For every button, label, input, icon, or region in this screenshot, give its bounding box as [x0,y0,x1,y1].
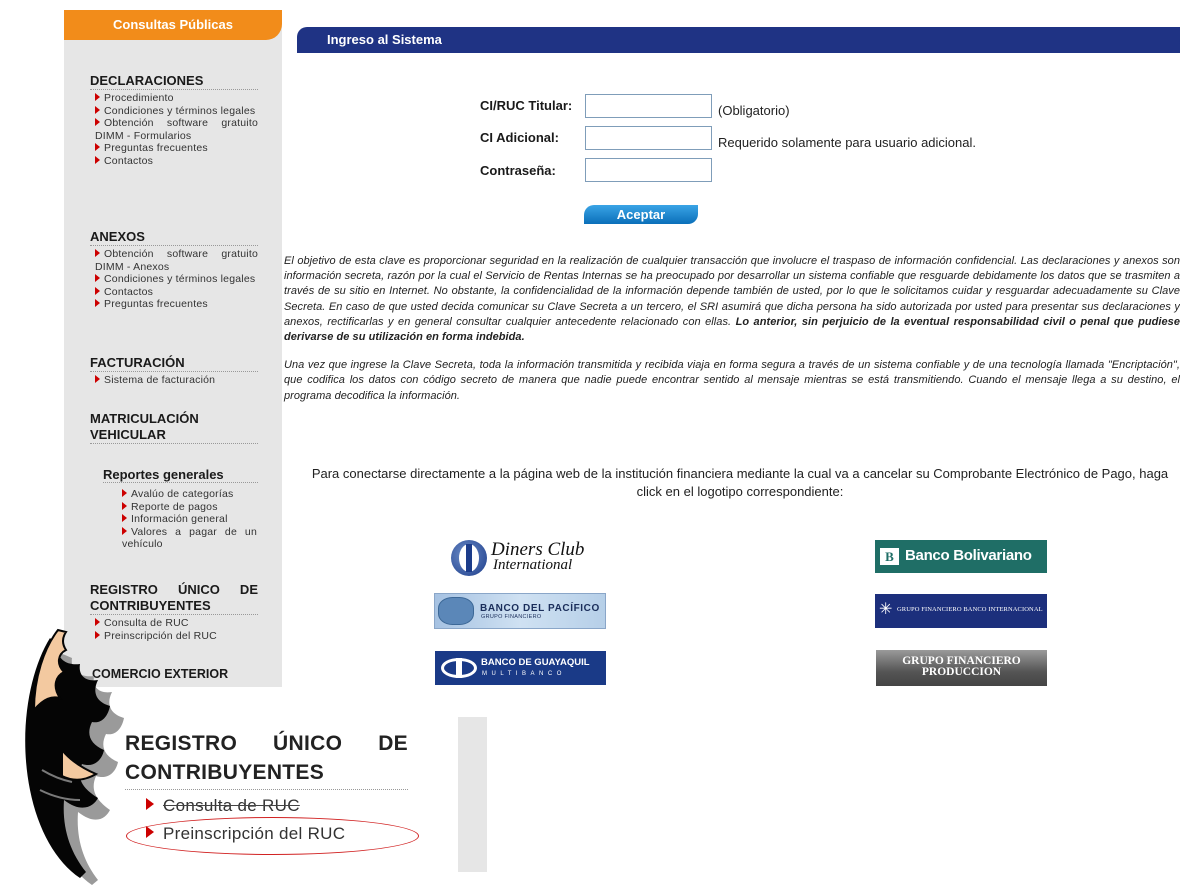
section-heading: FACTURACIÓN [90,355,258,372]
ci-adicional-input[interactable] [585,126,712,150]
bullet-arrow-icon [95,143,100,151]
banco-internacional-logo[interactable]: ✳ GRUPO FINANCIERO BANCO INTERNACIONAL [875,594,1047,628]
adicional-note: Requerido solamente para usuario adicion… [718,135,976,150]
sidebar-link[interactable]: Procedimiento [90,92,258,105]
sidebar-section-anexos: ANEXOS Obtención software gratuito DIMM … [90,229,258,311]
zoom-callout-edge [458,717,487,872]
diners-globe-icon [451,540,487,576]
sidebar-link[interactable]: Reporte de pagos [117,501,257,514]
bank-intro-text: Para conectarse directamente a la página… [311,466,1169,499]
bolivariano-mark-icon: B [880,548,899,565]
bullet-arrow-icon [95,299,100,307]
sidebar-section-matriculacion: MATRICULACIÓN VEHICULAR [90,411,258,444]
info-text: El objetivo de esta clave es proporciona… [284,254,1180,417]
pacifico-emblem-icon [438,597,474,625]
reportes-items: Avalúo de categorías Reporte de pagos In… [117,488,257,551]
sidebar-link[interactable]: Valores a pagar de un vehículo [117,526,257,551]
sidebar-link[interactable]: Contactos [90,155,258,168]
ruc-label: CI/RUC Titular: [480,98,573,113]
banco-bolivariano-logo[interactable]: B Banco Bolivariano [875,540,1047,573]
sidebar-link[interactable]: Contactos [90,286,258,299]
banco-pacifico-logo[interactable]: BANCO DEL PACÍFICO GRUPO FINANCIERO [434,593,606,629]
zoom-consulta-ruc[interactable]: Consulta de RUC [146,796,300,816]
password-label: Contraseña: [480,163,556,178]
quill-pen-icon [25,628,124,885]
sidebar-section-declaraciones: DECLARACIONES Procedimiento Condiciones … [90,73,258,167]
aceptar-button[interactable]: Aceptar [584,205,698,224]
bullet-arrow-icon [95,286,100,295]
sidebar-tab-title[interactable]: Consultas Públicas [64,10,282,40]
login-title: Ingreso al Sistema [327,32,442,47]
section-heading: MATRICULACIÓN VEHICULAR [90,411,258,444]
bullet-arrow-icon [146,798,154,810]
bullet-arrow-icon [95,375,100,383]
sidebar-link[interactable]: Información general [117,513,257,526]
section-heading: DECLARACIONES [90,73,258,90]
reportes-heading: Reportes generales [103,467,258,483]
sidebar-link[interactable]: Avalúo de categorías [117,488,257,501]
guayaquil-mark-icon [441,658,477,678]
info-paragraph-1: El objetivo de esta clave es proporciona… [284,255,1180,344]
bullet-arrow-icon [122,501,127,510]
bullet-arrow-icon [95,93,100,101]
sidebar-link[interactable]: Preguntas frecuentes [90,298,258,311]
adicional-label: CI Adicional: [480,130,559,145]
password-input[interactable] [585,158,712,182]
zoom-heading: REGISTRO ÚNICO DE CONTRIBUYENTES [125,732,408,784]
sidebar-link[interactable]: Obtención software gratuito DIMM - Anexo… [90,248,258,273]
sidebar-link[interactable]: Preguntas frecuentes [90,142,258,155]
sidebar-section-facturacion: FACTURACIÓN Sistema de facturación [90,355,258,387]
bullet-arrow-icon [95,105,100,114]
compass-star-icon: ✳ [879,601,893,618]
bullet-arrow-icon [122,526,127,535]
ruc-note: (Obligatorio) [718,103,790,118]
sidebar-link[interactable]: Condiciones y términos legales [90,105,258,118]
diners-club-logo[interactable]: Diners Club International [449,538,594,578]
sidebar-link[interactable]: Condiciones y términos legales [90,273,258,286]
sidebar-link[interactable]: Obtención software gratuito DIMM - Formu… [90,117,258,142]
ruc-input[interactable] [585,94,712,118]
bullet-arrow-icon [95,249,100,257]
bullet-arrow-icon [95,274,100,282]
bullet-arrow-icon [122,514,127,522]
grupo-produccion-logo[interactable]: GRUPO FINANCIERO PRODUCCION [876,650,1047,686]
banco-guayaquil-logo[interactable]: BANCO DE GUAYAQUIL MULTIBANCO [435,651,606,685]
zoom-divider [125,789,408,790]
sidebar-link[interactable]: Sistema de facturación [90,374,258,387]
bullet-arrow-icon [95,118,100,126]
section-heading: ANEXOS [90,229,258,246]
bullet-arrow-icon [122,489,127,497]
info-paragraph-2: Una vez que ingrese la Clave Secreta, to… [284,359,1180,402]
highlight-ellipse [126,817,419,855]
bullet-arrow-icon [95,155,100,164]
